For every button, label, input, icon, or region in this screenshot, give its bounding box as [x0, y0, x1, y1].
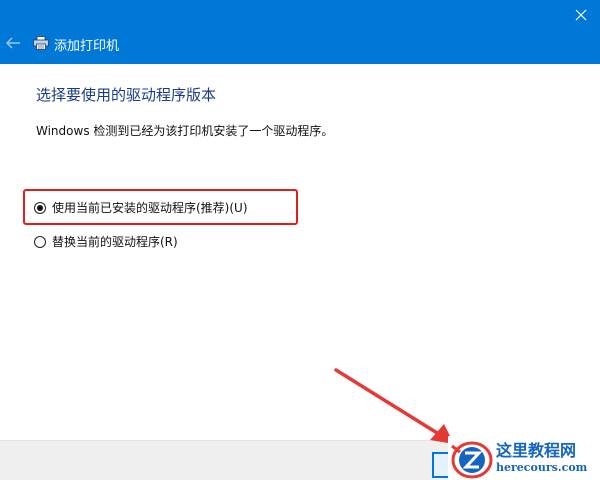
option-replace-driver[interactable]: 替换当前的驱动程序(R): [34, 233, 178, 250]
watermark: 这里教程网 herecours.com: [448, 436, 600, 480]
printer-icon: [33, 36, 49, 50]
page-heading: 选择要使用的驱动程序版本: [36, 86, 217, 104]
title-bar: [0, 0, 600, 64]
option-label: 使用当前已安装的驱动程序(推荐)(U): [52, 201, 248, 215]
radio-selected[interactable]: [34, 201, 46, 214]
close-icon: [575, 9, 587, 21]
radio-unselected[interactable]: [34, 235, 46, 248]
option-label: 替换当前的驱动程序(R): [52, 235, 178, 249]
back-button[interactable]: [2, 32, 24, 54]
option-use-current-driver[interactable]: 使用当前已安装的驱动程序(推荐)(U): [34, 199, 248, 216]
watermark-logo-icon: [451, 441, 493, 479]
back-arrow-icon: [5, 37, 20, 49]
red-arrow-annotation: [334, 368, 454, 444]
info-text: Windows 检测到已经为该打印机安装了一个驱动程序。: [36, 124, 334, 138]
close-button[interactable]: [562, 0, 600, 30]
watermark-title: 这里教程网: [496, 441, 577, 460]
window-title: 添加打印机: [54, 39, 120, 54]
watermark-url: herecours.com: [496, 461, 588, 474]
